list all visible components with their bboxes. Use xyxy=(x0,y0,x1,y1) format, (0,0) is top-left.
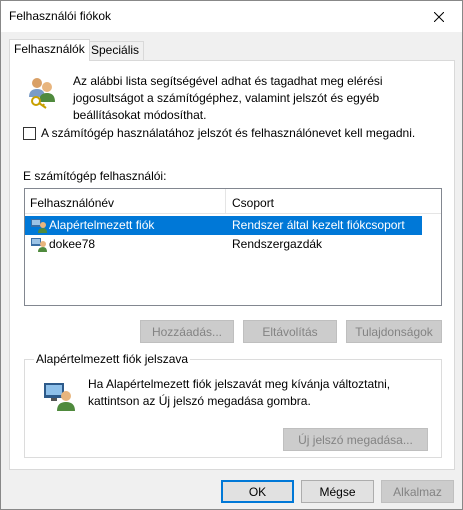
users-section-label: E számítógép felhasználói: xyxy=(23,169,167,183)
table-row[interactable]: dokee78 Rendszergazdák xyxy=(25,235,422,254)
tab-strip: Felhasználók Speciális xyxy=(9,39,455,61)
row-group: Rendszer által kezelt fiókcsoport xyxy=(232,218,405,232)
tab-users-label: Felhasználók xyxy=(14,42,85,56)
require-login-checkbox[interactable] xyxy=(23,126,36,140)
password-group-text: Ha Alapértelmezett fiók jelszavát meg kí… xyxy=(88,377,391,408)
users-tab-panel: Az alábbi lista segítségével adhat és ta… xyxy=(9,60,455,470)
title-bar: Felhasználói fiókok xyxy=(1,1,462,32)
tab-users[interactable]: Felhasználók xyxy=(9,39,90,61)
users-list[interactable]: Felhasználónév Csoport Alapértelmezett f… xyxy=(24,188,442,306)
row-username: Alapértelmezett fiók xyxy=(49,218,155,232)
users-list-header: Felhasználónév Csoport xyxy=(25,189,441,214)
intro-text: Az alábbi lista segítségével adhat és ta… xyxy=(73,74,383,122)
apply-button[interactable]: Alkalmaz xyxy=(381,480,454,503)
add-user-button[interactable]: Hozzáadás... xyxy=(140,320,234,343)
user-accounts-dialog: Felhasználói fiókok Felhasználók Speciál… xyxy=(0,0,463,510)
properties-button[interactable]: Tulajdonságok xyxy=(346,320,442,343)
column-header-username[interactable]: Felhasználónév xyxy=(30,196,114,210)
row-username: dokee78 xyxy=(49,237,96,251)
tab-advanced[interactable]: Speciális xyxy=(86,41,145,60)
column-header-group[interactable]: Csoport xyxy=(232,196,274,210)
user-monitor-icon xyxy=(44,383,75,411)
close-button[interactable] xyxy=(416,1,462,32)
window-title: Felhasználói fiókok xyxy=(9,9,112,23)
column-separator[interactable] xyxy=(225,189,226,214)
row-group: Rendszergazdák xyxy=(232,237,323,251)
user-icon xyxy=(31,238,47,252)
table-row[interactable]: Alapértelmezett fiók Rendszer által keze… xyxy=(25,216,422,235)
set-password-button[interactable]: Új jelszó megadása... xyxy=(283,428,428,451)
tab-advanced-label: Speciális xyxy=(91,43,140,57)
require-login-label: A számítógép használatához jelszót és fe… xyxy=(41,126,416,140)
user-icon xyxy=(31,219,47,233)
cancel-button[interactable]: Mégse xyxy=(301,480,374,503)
users-key-icon xyxy=(29,78,55,109)
close-icon xyxy=(434,11,444,22)
ok-button[interactable]: OK xyxy=(221,480,294,503)
remove-user-button[interactable]: Eltávolítás xyxy=(243,320,337,343)
password-groupbox: Alapértelmezett fiók jelszava Ha Alapért… xyxy=(24,352,442,458)
password-group-title: Alapértelmezett fiók jelszava xyxy=(34,352,191,366)
require-login-row[interactable]: A számítógép használatához jelszót és fe… xyxy=(23,126,415,140)
